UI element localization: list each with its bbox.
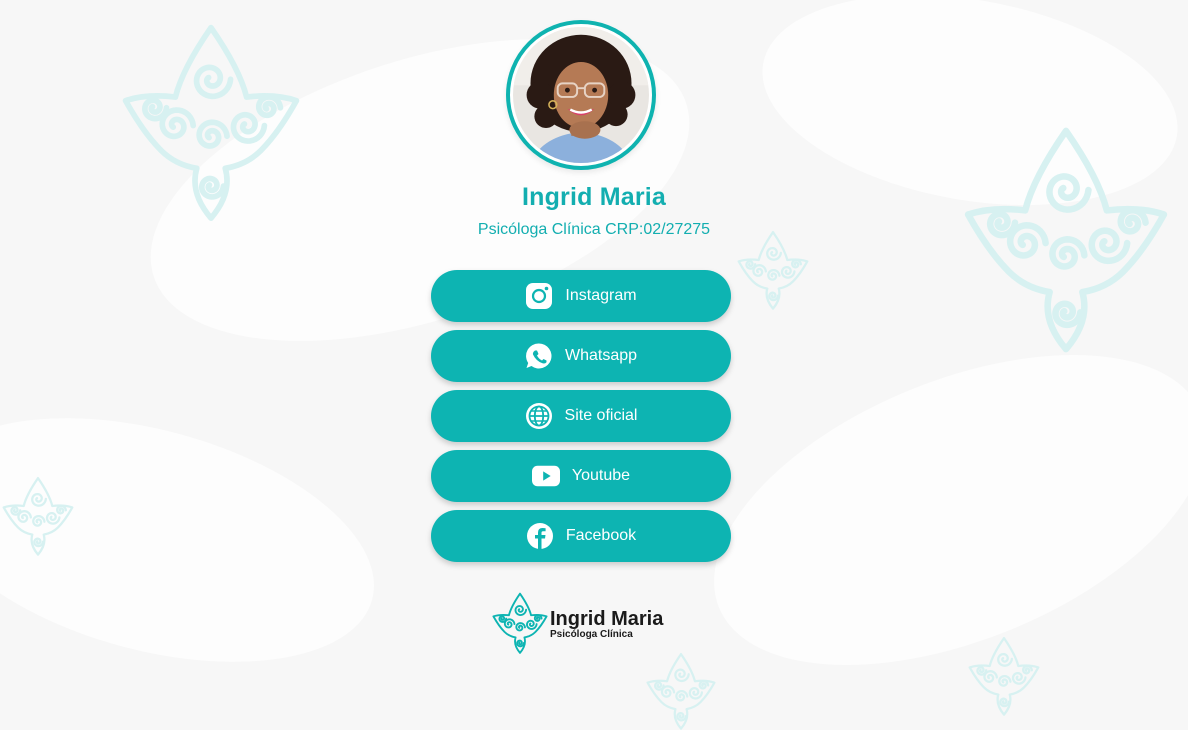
instagram-link-button[interactable]: Instagram — [431, 270, 731, 322]
facebook-icon — [526, 522, 554, 550]
spiral-flower-logo-icon — [492, 592, 548, 654]
site-oficial-link-button[interactable]: Site oficial — [431, 390, 731, 442]
facebook-link-label: Facebook — [565, 527, 637, 544]
youtube-icon — [531, 462, 560, 490]
footer-brand-name: Ingrid Maria — [550, 608, 664, 630]
profile-name: Ingrid Maria — [521, 183, 667, 211]
whatsapp-link-button[interactable]: Whatsapp — [431, 330, 731, 382]
spiral-flower-motif-icon — [964, 124, 1168, 354]
footer-brand-subtitle: Psicóloga Clínica — [550, 629, 633, 640]
whatsapp-link-label: Whatsapp — [564, 347, 638, 364]
spiral-flower-motif-icon — [646, 652, 716, 730]
spiral-flower-motif-icon — [737, 230, 809, 310]
instagram-icon — [525, 282, 553, 310]
spiral-flower-motif-icon — [2, 476, 74, 556]
facebook-link-button[interactable]: Facebook — [431, 510, 731, 562]
spiral-flower-motif-icon — [968, 636, 1040, 716]
site-oficial-link-label: Site oficial — [564, 407, 638, 424]
youtube-link-label: Youtube — [571, 467, 631, 484]
avatar-photo — [513, 27, 649, 163]
globe-icon — [525, 402, 553, 430]
avatar — [506, 20, 656, 170]
instagram-link-label: Instagram — [565, 287, 637, 304]
background-wave — [670, 292, 1188, 728]
whatsapp-icon — [525, 342, 553, 370]
footer-logo: Ingrid Maria Psicóloga Clínica — [492, 592, 682, 654]
profile-subtitle: Psicóloga Clínica CRP:02/27275 — [477, 221, 711, 238]
youtube-link-button[interactable]: Youtube — [431, 450, 731, 502]
link-list: Instagram Whatsapp Site oficial Youtube … — [431, 270, 731, 570]
